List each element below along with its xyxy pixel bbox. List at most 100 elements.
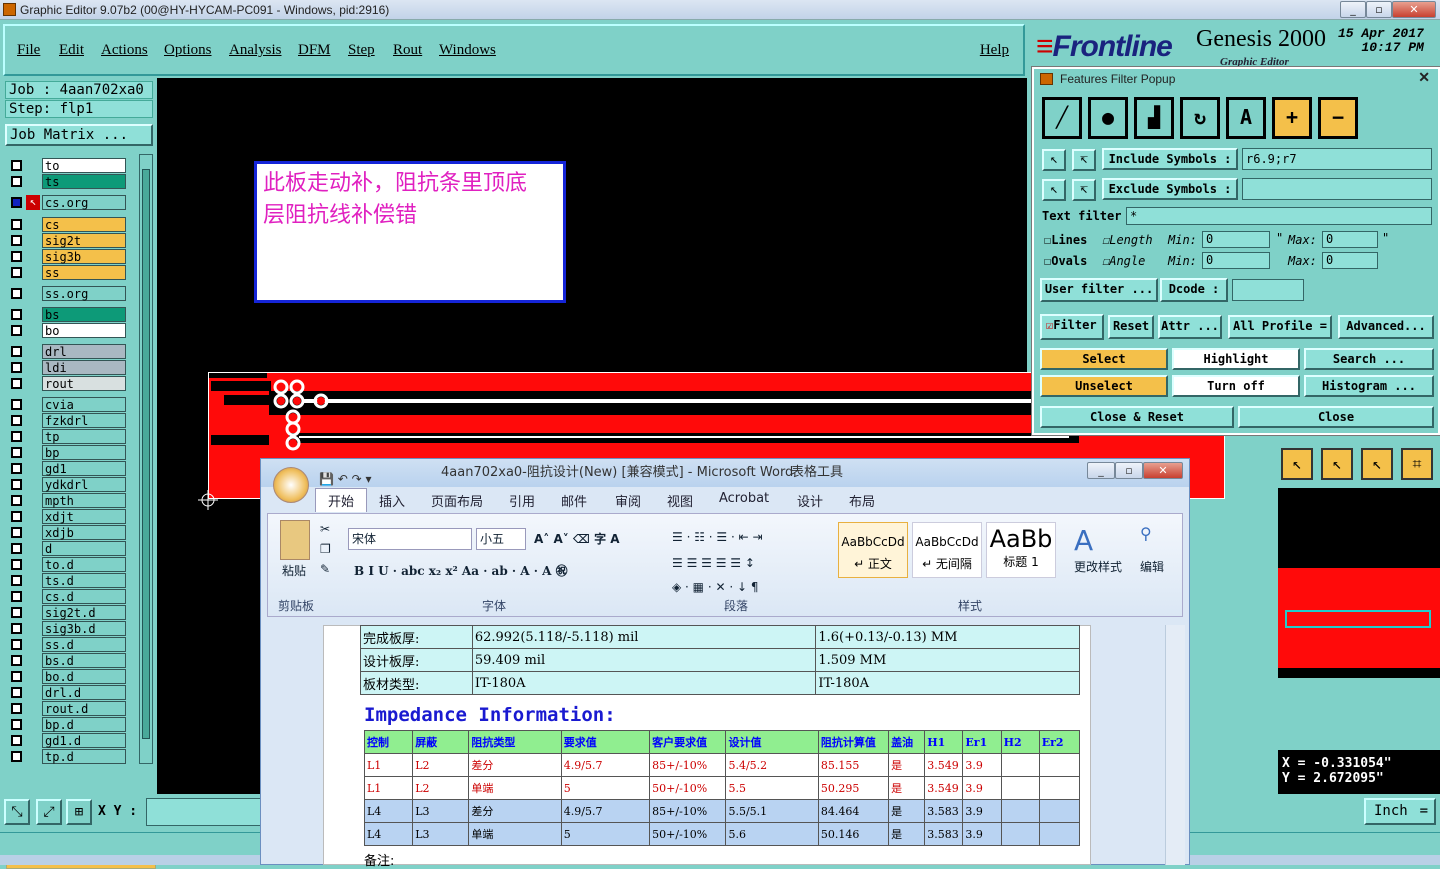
ribbon-tab-2[interactable]: 页面布局 bbox=[431, 491, 483, 510]
table-cell[interactable]: 5.5 bbox=[725, 776, 819, 800]
layer-name[interactable]: bo bbox=[42, 323, 126, 338]
pointer-icon[interactable]: ↖ bbox=[1281, 448, 1313, 480]
zoom-area-icon[interactable]: ⤡ bbox=[4, 799, 30, 825]
layer-row-tp-d[interactable]: tp.d bbox=[8, 749, 126, 764]
layer-name[interactable]: ss.d bbox=[42, 637, 126, 652]
pointer-zoom-icon[interactable]: ↖ bbox=[1361, 448, 1393, 480]
table-cell[interactable]: 4.9/5.7 bbox=[560, 753, 651, 777]
menu-windows[interactable]: Windows bbox=[439, 42, 496, 59]
format-painter-icon[interactable]: ✎ bbox=[320, 562, 330, 576]
layer-row-bs-d[interactable]: bs.d bbox=[8, 653, 126, 668]
table-header-cell[interactable]: Er1 bbox=[962, 730, 1002, 754]
measure-icon[interactable]: ⤢ bbox=[36, 799, 62, 825]
layer-checkbox[interactable] bbox=[11, 288, 22, 299]
table-cell[interactable]: 3.583 bbox=[924, 799, 964, 823]
table-header-cell[interactable]: 盖油 bbox=[888, 730, 926, 754]
ribbon-tab-3[interactable]: 引用 bbox=[509, 491, 535, 510]
include-symbols-button[interactable]: Include Symbols : bbox=[1102, 148, 1238, 170]
ribbon-tab-8[interactable]: 设计 bbox=[797, 491, 823, 510]
table-cell[interactable]: 50.146 bbox=[817, 822, 890, 846]
pointer-select-icon[interactable]: ↖ bbox=[1321, 448, 1353, 480]
layer-checkbox[interactable] bbox=[11, 346, 22, 357]
all-profile-select[interactable]: All Profile = bbox=[1228, 315, 1332, 339]
layer-name[interactable]: xdjb bbox=[42, 525, 126, 540]
menu-file[interactable]: File bbox=[17, 42, 40, 59]
find-icon[interactable]: ⚲ bbox=[1140, 524, 1152, 543]
include-symbols-input[interactable]: r6.9;r7 bbox=[1242, 148, 1432, 170]
negative-polarity-icon[interactable]: − bbox=[1318, 97, 1358, 139]
minimize-icon[interactable]: _ bbox=[1340, 1, 1366, 18]
grid-icon[interactable]: ⊞ bbox=[66, 799, 92, 825]
style-heading1[interactable]: AaBb 标题 1 bbox=[986, 522, 1056, 578]
layer-row-mpth[interactable]: mpth bbox=[8, 493, 126, 508]
layer-row-ss-org[interactable]: ss.org bbox=[8, 286, 126, 301]
layer-name[interactable]: ts.d bbox=[42, 573, 126, 588]
table-cell[interactable]: L3 bbox=[412, 799, 470, 823]
layer-row-xdjt[interactable]: xdjt bbox=[8, 509, 126, 524]
layer-checkbox[interactable] bbox=[11, 671, 22, 682]
table-header-cell[interactable]: H1 bbox=[924, 730, 964, 754]
menu-step[interactable]: Step bbox=[348, 42, 375, 59]
layer-name[interactable]: gd1.d bbox=[42, 733, 126, 748]
layer-checkbox[interactable] bbox=[11, 751, 22, 762]
layer-checkbox[interactable] bbox=[11, 160, 22, 171]
table-cell[interactable]: 3.9 bbox=[962, 799, 1002, 823]
table-cell[interactable]: L1 bbox=[363, 776, 414, 800]
table-cell[interactable]: 3.9 bbox=[962, 776, 1002, 800]
layer-checkbox[interactable] bbox=[11, 219, 22, 230]
layer-checkbox[interactable] bbox=[11, 495, 22, 506]
table-row[interactable]: L4 L3 单端 5 50+/-10% 5.6 50.146 是 3.583 3.9 bbox=[363, 822, 1081, 846]
table-cell[interactable]: 85+/-10% bbox=[649, 799, 727, 823]
layer-name[interactable]: sig2t.d bbox=[42, 605, 126, 620]
reset-button[interactable]: Reset bbox=[1108, 315, 1154, 339]
advanced-button[interactable]: Advanced... bbox=[1338, 315, 1434, 339]
include-pick-icon[interactable]: ↖ bbox=[1042, 149, 1066, 171]
layer-row-tp[interactable]: tp bbox=[8, 429, 126, 444]
word-minimize-icon[interactable]: _ bbox=[1087, 462, 1115, 479]
layer-row-ldi[interactable]: ldi bbox=[8, 360, 126, 375]
document-page[interactable]: 完成板厚: 62.992(5.118/-5.118) mil 1.6(+0.13/-… bbox=[323, 625, 1091, 869]
text-filter-input[interactable]: * bbox=[1126, 207, 1432, 225]
layer-row-xdjb[interactable]: xdjb bbox=[8, 525, 126, 540]
table-cell[interactable]: 50+/-10% bbox=[649, 822, 727, 846]
layer-name[interactable]: bs.d bbox=[42, 653, 126, 668]
layer-row-drl[interactable]: drl bbox=[8, 344, 126, 359]
word-close-icon[interactable]: ✕ bbox=[1143, 462, 1183, 479]
table-header-cell[interactable]: 客户要求值 bbox=[649, 730, 727, 754]
table-cell[interactable]: 是 bbox=[888, 776, 926, 800]
menu-analysis[interactable]: Analysis bbox=[229, 42, 282, 59]
word-maximize-icon[interactable]: ▫ bbox=[1115, 462, 1143, 479]
dcode-input[interactable] bbox=[1232, 279, 1304, 301]
layer-name[interactable]: cs.d bbox=[42, 589, 126, 604]
layer-checkbox[interactable] bbox=[11, 235, 22, 246]
layer-name[interactable]: tp.d bbox=[42, 749, 126, 764]
dcode-button[interactable]: Dcode : bbox=[1160, 278, 1228, 302]
angle-checkbox[interactable]: ☐Angle bbox=[1102, 254, 1145, 268]
table-header-cell[interactable]: 阻抗计算值 bbox=[817, 730, 890, 754]
table-cell[interactable]: 85+/-10% bbox=[649, 753, 727, 777]
paste-label[interactable]: 粘贴 bbox=[282, 562, 306, 579]
layer-checkbox[interactable] bbox=[11, 325, 22, 336]
table-header-cell[interactable]: Er2 bbox=[1038, 730, 1081, 754]
table-cell[interactable]: 设计板厚: bbox=[360, 648, 473, 672]
layer-name[interactable]: drl bbox=[42, 344, 126, 359]
grow-font-icon[interactable]: A˄ A˅ ⌫ 字 A bbox=[534, 530, 620, 547]
table-cell[interactable]: 5.4/5.2 bbox=[725, 753, 819, 777]
text-feature-icon[interactable]: A bbox=[1226, 97, 1266, 139]
ribbon-tab-9[interactable]: 布局 bbox=[849, 491, 875, 510]
table-row[interactable]: L4 L3 差分 4.9/5.7 85+/-10% 5.5/5.1 84.464 是 3.583… bbox=[363, 799, 1081, 823]
menu-rout[interactable]: Rout bbox=[393, 42, 422, 59]
unselect-button[interactable]: Unselect bbox=[1040, 375, 1168, 397]
table-cell[interactable]: 3.549 bbox=[924, 776, 964, 800]
ovals-checkbox[interactable]: ☐Ovals bbox=[1044, 254, 1087, 268]
table-cell[interactable]: 是 bbox=[888, 799, 926, 823]
layer-checkbox[interactable] bbox=[11, 719, 22, 730]
layer-name[interactable]: mpth bbox=[42, 493, 126, 508]
font-format-icons[interactable]: B I U · abc x₂ x² Aa · ab · A · A ㊗ bbox=[354, 562, 568, 579]
length-checkbox[interactable]: ☐Length bbox=[1102, 233, 1153, 247]
layer-row-ss-d[interactable]: ss.d bbox=[8, 637, 126, 652]
list-icons[interactable]: ☰ · ☷ · ☰ · ⇤ ⇥ bbox=[672, 530, 763, 544]
table-cell[interactable]: L2 bbox=[412, 753, 470, 777]
job-matrix-button[interactable]: Job Matrix ... bbox=[5, 124, 153, 146]
table-cell[interactable]: 4.9/5.7 bbox=[560, 799, 651, 823]
